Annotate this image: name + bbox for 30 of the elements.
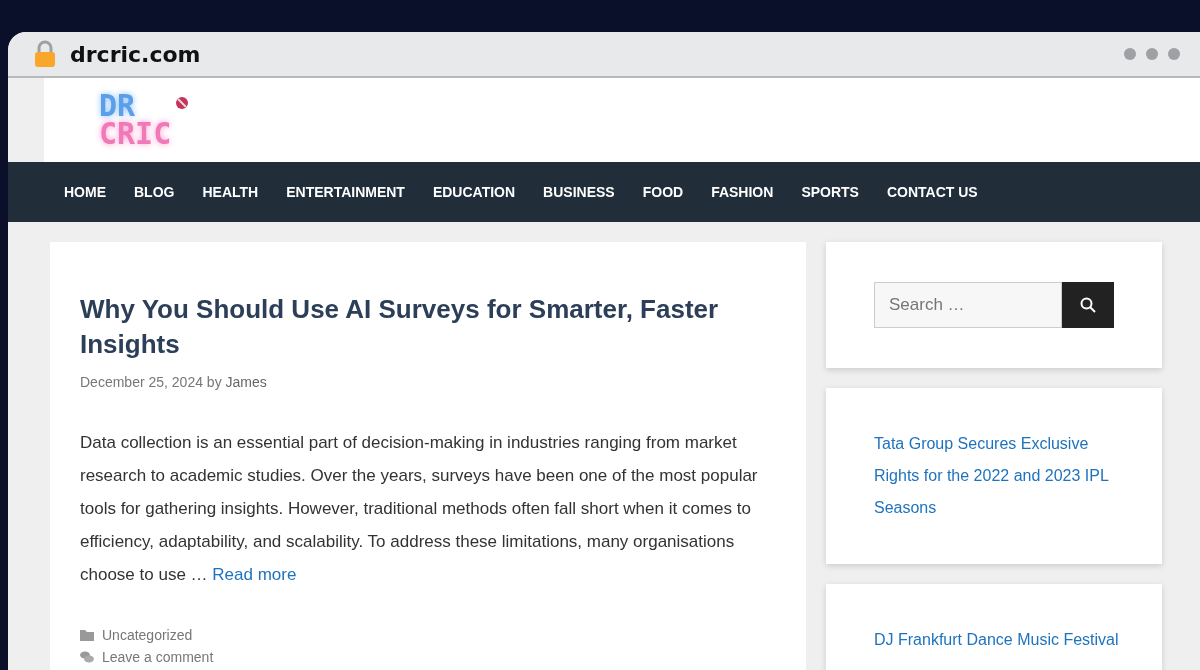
comment-link[interactable]: Leave a comment [102,649,214,666]
nav-link[interactable]: ENTERTAINMENT [272,184,419,200]
read-more-link[interactable]: Read more [212,565,297,585]
nav-link[interactable]: FASHION [697,184,788,200]
search-field[interactable]: Search … [874,282,1062,328]
article-title[interactable]: Why You Should Use AI Surveys for Smarter, Faster Insights [80,292,776,363]
search-icon [1080,297,1096,313]
nav-link[interactable]: SPORTS [787,184,873,200]
window-dot[interactable] [1124,48,1136,60]
nav-link[interactable]: BLOG [120,184,189,200]
comments-icon [80,651,94,664]
search-button[interactable] [1062,282,1114,328]
post-link[interactable]: Tata Group Secures Exclusive Rights for the 2022 and 2023 IPL Seasons [874,428,1134,524]
window-dot[interactable] [1146,48,1158,60]
address-url[interactable]: drcric.com [70,41,201,67]
nav-link[interactable]: HOME [50,184,120,200]
post-date: December 25, 2024 [80,374,203,391]
nav-link[interactable]: BUSINESS [529,184,629,200]
nav-link[interactable]: HEALTH [188,184,273,200]
padlock-icon [34,40,56,68]
author-link[interactable]: James [225,374,267,391]
window-dot[interactable] [1168,48,1180,60]
folder-icon [80,629,94,642]
nav-link[interactable]: EDUCATION [418,184,530,200]
post-link[interactable]: DJ Frankfurt Dance Music Festival [874,624,1134,656]
category-link[interactable]: Uncategorized [102,627,193,644]
nav-link[interactable]: FOOD [628,184,698,200]
article-excerpt: Data collection is an essential part of decision-making in industries ranging from market research to academic studies. Over the years, surveys have been one of the most popular tools for gathering insights. However, traditional methods often fall short when it comes to efficiency, adaptability, and scalability. To address these limitations, many organisations choose to use … Read more [80,432,759,587]
by-label: by [206,374,222,391]
nav-link[interactable]: CONTACT US [872,184,992,200]
